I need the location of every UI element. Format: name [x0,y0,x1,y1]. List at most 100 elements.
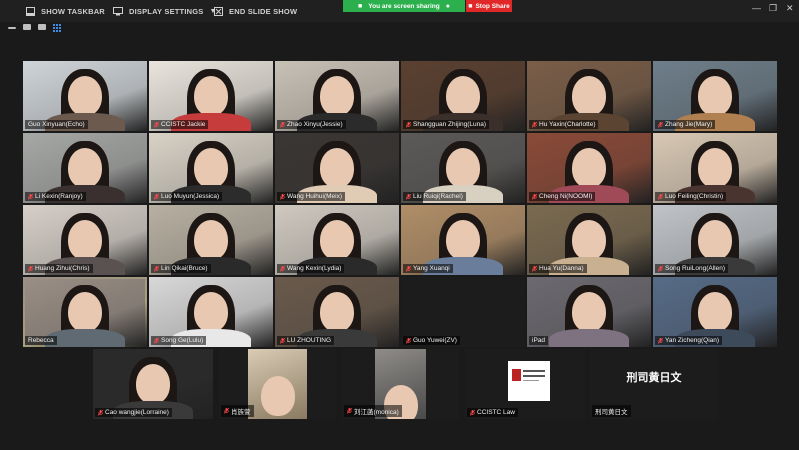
stop-icon: ■ [468,2,473,10]
end-slide-show-button[interactable]: END SLIDE SHOW [214,4,297,18]
participant-name-bar: CCISTC Law [467,408,518,417]
participant-tile[interactable]: 刑司黄日文 刑司黄日文 [590,349,718,419]
participant-name: 刑司黄日文 [595,409,628,416]
minimize-icon[interactable]: — [752,3,761,13]
participant-tile[interactable]: Hua Yu(Danna) [527,205,651,275]
participant-name-bar: Rebecca [25,336,57,345]
participant-name-bar: Wang Kexin(Lydia) [277,264,345,273]
participant-name-bar: Zhang Jie(Mary) [655,120,716,129]
muted-mic-icon [154,265,159,272]
muted-mic-icon [347,408,352,414]
participant-face [194,148,228,189]
participant-tile[interactable]: Hu Yaxin(Charlotte) [527,61,651,131]
participant-tile[interactable]: 刘江菡(monica) [342,349,459,419]
participant-name: Yang Xuanqi [413,265,450,272]
participant-tile[interactable]: Luo Muyun(Jessica) [149,133,273,203]
participant-face [698,220,732,261]
participant-tile[interactable]: 肖族萱 [219,349,336,419]
gallery-view-icon[interactable] [53,24,61,32]
participant-name-bar: Wang Huihui(Meix) [277,192,346,201]
end-slide-show-label: END SLIDE SHOW [229,6,298,16]
stop-share-label: Stop Share [475,2,510,10]
muted-mic-icon [154,121,159,128]
view-layout-controls [8,24,61,32]
muted-mic-icon [98,409,103,416]
participant-tile[interactable]: Cao wangjie(Lorraine) [93,349,213,419]
participant-name-bar: Hua Yu(Danna) [529,264,587,273]
participant-face [572,292,606,333]
participant-name: CCISTC Law [477,409,515,416]
minimize-view-icon[interactable] [8,27,16,29]
participant-face [320,148,354,189]
participant-tile[interactable]: Yang Xuanqi [401,205,525,275]
close-icon[interactable]: ✕ [786,3,794,14]
stop-share-button[interactable]: ■ Stop Share [466,0,512,12]
muted-mic-icon [406,121,411,128]
participant-clothing [549,329,629,347]
participant-name: Yan Zicheng(Qian) [665,337,720,344]
restore-icon[interactable]: ❐ [769,3,777,14]
participant-tile[interactable]: Luo Feiling(Christin) [653,133,777,203]
participant-name-bar: iPad [529,336,549,345]
participant-name-bar: Li Kexin(Ranjoy) [25,192,86,201]
display-settings-button[interactable]: DISPLAY SETTINGS ▼ [113,4,217,18]
participant-tile[interactable]: Wang Kexin(Lydia) [275,205,399,275]
show-taskbar-button[interactable]: SHOW TASKBAR [26,4,105,18]
participant-name: Hua Yu(Danna) [539,265,584,272]
participant-tile[interactable]: Song RuiLong(Allen) [653,205,777,275]
screen-sharing-banner[interactable]: ■ You are screen sharing ● [343,0,465,12]
participant-tile[interactable]: CCISTC Jackie [149,61,273,131]
participant-tile[interactable]: Lin Qikai(Bruce) [149,205,273,275]
participant-tile[interactable]: Liu Ruiqi(Rachel) [401,133,525,203]
participant-name: Luo Muyun(Jessica) [161,193,220,200]
participant-tile[interactable]: Song Ge(Lulu) [149,277,273,347]
participant-tile[interactable]: Wang Huihui(Meix) [275,133,399,203]
muted-mic-icon [658,265,663,272]
participant-tile[interactable]: Huang Zihui(Chris) [23,205,147,275]
participant-name: iPad [532,337,546,344]
participant-tile[interactable]: Zhao Xinyu(Jessie) [275,61,399,131]
participant-display-name: 刑司黄日文 [626,372,682,384]
participant-tile[interactable]: Rebecca [23,277,147,347]
muted-mic-icon [28,193,33,200]
muted-mic-icon [406,337,411,344]
participant-face [446,220,480,261]
participant-name: Cheng Ni(NOOMI) [539,193,593,200]
strip-view-icon[interactable] [38,24,46,30]
participant-name-bar: Liu Ruiqi(Rachel) [403,192,466,201]
participant-name: Song RuiLong(Allen) [665,265,725,272]
muted-mic-icon [224,408,229,414]
participant-name: Guo Yuwei(ZV) [413,337,457,344]
participant-tile[interactable]: LU ZHOUTING [275,277,399,347]
participant-name: Zhang Jie(Mary) [665,121,713,128]
participant-tile[interactable]: Cheng Ni(NOOMI) [527,133,651,203]
sharing-notice: You are screen sharing [368,2,440,10]
participant-name-bar: 刘江菡(monica) [344,405,402,417]
participant-face [698,292,732,333]
participant-name: 刘江菡(monica) [354,409,399,416]
participant-name-bar: Lin Qikai(Bruce) [151,264,211,273]
participant-face [194,292,228,333]
participant-name-bar: Guo Yuwei(ZV) [403,336,460,345]
participant-tile[interactable]: Guo Yuwei(ZV) [401,277,525,347]
participant-tile[interactable]: Guo Xinyuan(Echo) [23,61,147,131]
participant-name: Zhao Xinyu(Jessie) [287,121,343,128]
participant-tile[interactable]: Yan Zicheng(Qian) [653,277,777,347]
participant-name-bar: Yan Zicheng(Qian) [655,336,723,345]
muted-mic-icon [658,193,663,200]
participant-face [698,148,732,189]
participant-tile[interactable]: Li Kexin(Ranjoy) [23,133,147,203]
participant-face [68,292,102,333]
participant-name-bar: Yang Xuanqi [403,264,453,273]
participant-name: Lin Qikai(Bruce) [161,265,208,272]
participant-name-bar: Guo Xinyuan(Echo) [25,120,88,129]
speaker-view-icon[interactable] [23,24,31,30]
participant-tile[interactable]: Shangguan Zhijing(Luna) [401,61,525,131]
participant-tile[interactable]: CCISTC Law [465,349,585,419]
muted-mic-icon [658,121,663,128]
participant-tile[interactable]: Zhang Jie(Mary) [653,61,777,131]
participant-name-bar: 刑司黄日文 [592,405,631,417]
display-settings-label: DISPLAY SETTINGS [129,6,204,16]
participant-tile[interactable]: iPad [527,277,651,347]
participant-name-bar: Luo Feiling(Christin) [655,192,727,201]
